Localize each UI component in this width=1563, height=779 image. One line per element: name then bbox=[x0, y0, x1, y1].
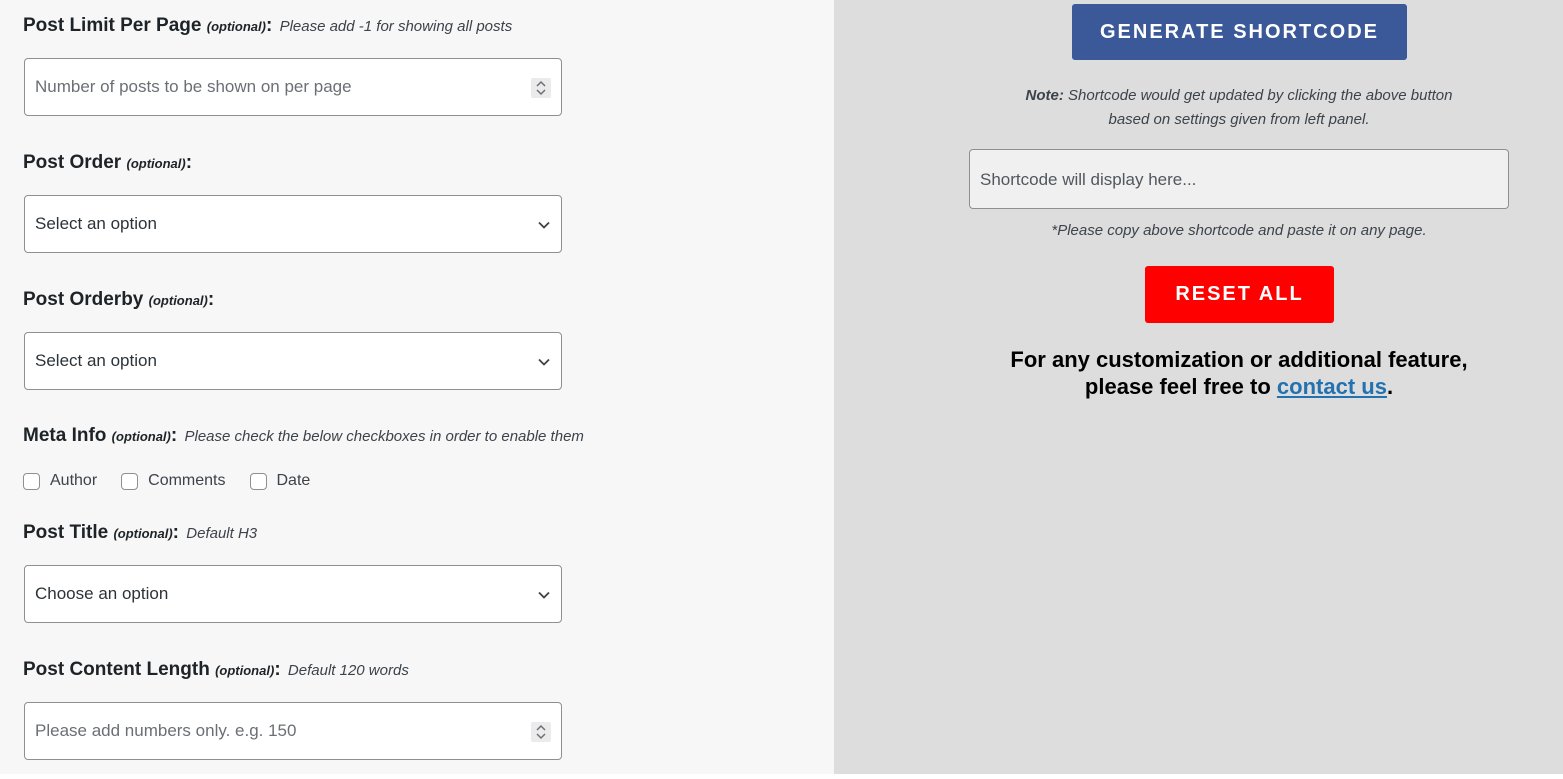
post-content-length-title: Post Content Length bbox=[23, 659, 210, 680]
comments-checkbox[interactable] bbox=[121, 472, 139, 490]
shortcode-placeholder: Shortcode will display here... bbox=[980, 170, 1197, 189]
label-colon: : bbox=[172, 522, 179, 543]
optional-tag: (optional) bbox=[206, 19, 266, 34]
post-limit-input[interactable]: Number of posts to be shown on per page bbox=[24, 58, 562, 116]
comments-label: Comments bbox=[148, 472, 226, 489]
label-colon: : bbox=[274, 659, 281, 680]
optional-tag: (optional) bbox=[113, 526, 173, 541]
reset-all-button[interactable]: RESET ALL bbox=[1145, 266, 1334, 323]
number-spinner[interactable] bbox=[531, 78, 551, 98]
spinner-arrows-icon bbox=[536, 80, 546, 96]
post-orderby-title: Post Orderby bbox=[23, 289, 144, 310]
post-title-title: Post Title bbox=[23, 522, 109, 543]
post-limit-label: Post Limit Per Page (optional): Please a… bbox=[23, 14, 512, 39]
meta-info-title: Meta Info bbox=[23, 425, 107, 446]
meta-info-hint: Please check the below checkboxes in ord… bbox=[184, 428, 584, 445]
date-checkbox[interactable] bbox=[249, 472, 267, 490]
post-title-label: Post Title (optional): Default H3 bbox=[23, 521, 257, 546]
date-option[interactable]: Date bbox=[249, 472, 311, 490]
post-limit-title: Post Limit Per Page bbox=[23, 15, 202, 36]
optional-tag: (optional) bbox=[215, 663, 275, 678]
optional-tag: (optional) bbox=[111, 429, 171, 444]
post-content-length-placeholder: Please add numbers only. e.g. 150 bbox=[35, 721, 297, 740]
post-title-hint: Default H3 bbox=[186, 525, 258, 542]
copy-instruction: *Please copy above shortcode and paste i… bbox=[1051, 222, 1427, 239]
post-order-selected: Select an option bbox=[35, 214, 157, 233]
custom-line-2-prefix: please feel free to bbox=[1084, 374, 1271, 399]
chevron-down-icon bbox=[538, 591, 550, 599]
note-line-2: based on settings given from left panel. bbox=[1108, 111, 1370, 128]
post-title-select[interactable]: Choose an option bbox=[24, 565, 562, 623]
optional-tag: (optional) bbox=[148, 293, 208, 308]
meta-info-label: Meta Info (optional): Please check the b… bbox=[23, 424, 584, 449]
date-label: Date bbox=[276, 472, 311, 489]
post-order-label: Post Order (optional): bbox=[23, 151, 192, 176]
post-content-length-hint: Default 120 words bbox=[287, 662, 409, 679]
note-prefix: Note: bbox=[1025, 87, 1064, 104]
post-limit-placeholder: Number of posts to be shown on per page bbox=[35, 77, 352, 96]
custom-line-2-suffix: . bbox=[1386, 374, 1394, 399]
post-orderby-label: Post Orderby (optional): bbox=[23, 288, 214, 313]
post-orderby-select[interactable]: Select an option bbox=[24, 332, 562, 390]
contact-us-link[interactable]: contact us bbox=[1277, 374, 1387, 399]
post-order-select[interactable]: Select an option bbox=[24, 195, 562, 253]
custom-line-1: For any customization or additional feat… bbox=[1010, 347, 1468, 372]
post-content-length-label: Post Content Length (optional): Default … bbox=[23, 658, 409, 683]
optional-tag: (optional) bbox=[126, 156, 186, 171]
post-title-selected: Choose an option bbox=[35, 584, 169, 603]
post-orderby-selected: Select an option bbox=[35, 351, 157, 370]
label-colon: : bbox=[265, 15, 273, 36]
label-colon: : bbox=[207, 289, 215, 310]
shortcode-output-field[interactable]: Shortcode will display here... bbox=[969, 149, 1509, 209]
chevron-down-icon bbox=[538, 358, 550, 366]
generate-shortcode-button[interactable]: GENERATE SHORTCODE bbox=[1072, 4, 1407, 60]
author-label: Author bbox=[50, 472, 98, 489]
shortcode-generator-page: Post Limit Per Page (optional): Please a… bbox=[0, 0, 1563, 779]
author-option[interactable]: Author bbox=[23, 472, 97, 490]
comments-option[interactable]: Comments bbox=[121, 472, 226, 490]
note-line-1: Shortcode would get updated by clicking … bbox=[1068, 87, 1453, 104]
meta-info-checkboxes: Author Comments Date bbox=[23, 470, 334, 492]
customization-message: For any customization or additional feat… bbox=[969, 346, 1509, 400]
post-order-title: Post Order bbox=[23, 152, 122, 173]
label-colon: : bbox=[185, 152, 193, 173]
number-spinner[interactable] bbox=[531, 722, 551, 742]
settings-panel: Post Limit Per Page (optional): Please a… bbox=[0, 0, 834, 774]
shortcode-note: Note: Shortcode would get updated by cli… bbox=[970, 84, 1508, 132]
spinner-arrows-icon bbox=[536, 724, 546, 740]
label-colon: : bbox=[170, 425, 178, 446]
author-checkbox[interactable] bbox=[23, 472, 40, 490]
post-limit-hint: Please add -1 for showing all posts bbox=[279, 18, 513, 35]
chevron-down-icon bbox=[538, 221, 550, 229]
post-content-length-input[interactable]: Please add numbers only. e.g. 150 bbox=[24, 702, 562, 760]
